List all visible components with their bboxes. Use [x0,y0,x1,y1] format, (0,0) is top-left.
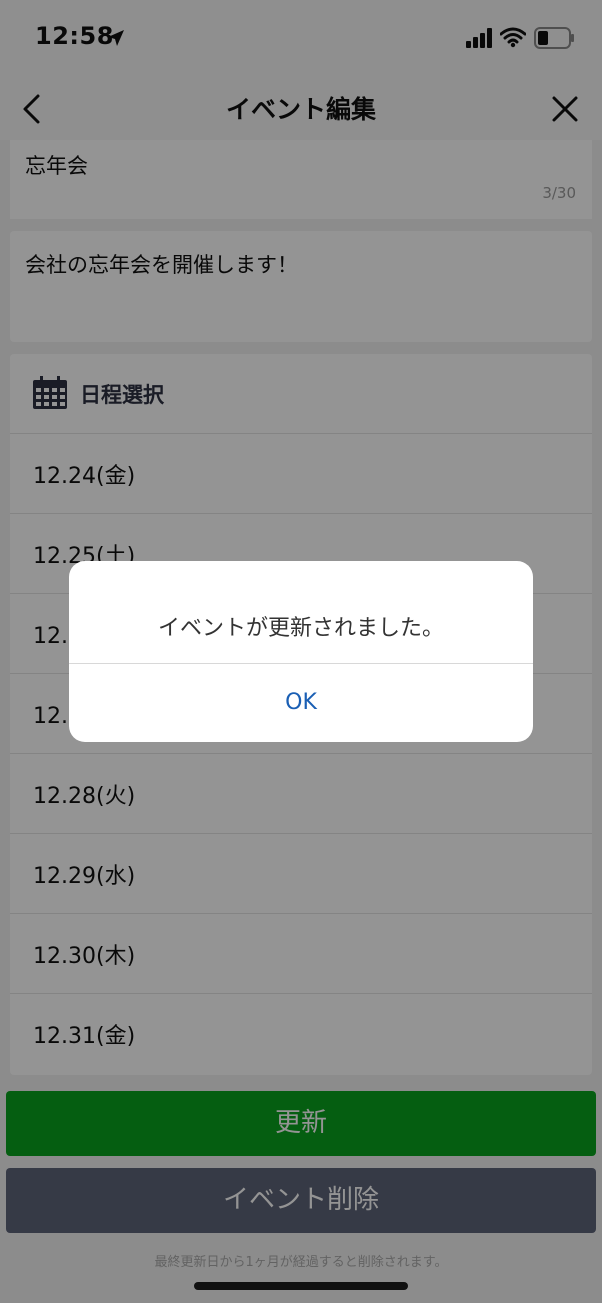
home-indicator[interactable] [194,1282,408,1290]
alert-dialog: イベントが更新されました。 OK [69,561,533,742]
alert-message: イベントが更新されました。 [157,616,444,641]
alert-ok-button[interactable]: OK [69,664,533,742]
